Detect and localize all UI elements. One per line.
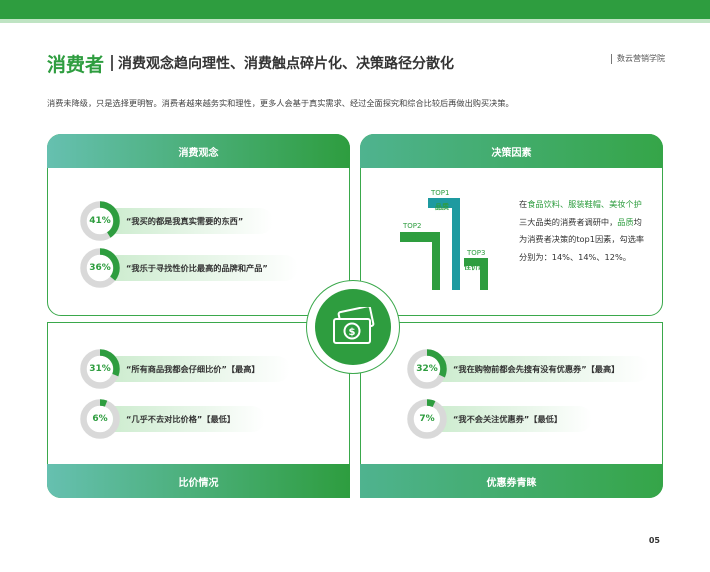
- donut-chart: 41%: [80, 201, 120, 241]
- donut-percent: 31%: [89, 364, 111, 374]
- donut-chart: 36%: [80, 248, 120, 288]
- panel-coupon-preference: 32% “我在购物前都会先搜有没有优惠券”【最高】 7% “我不会关注优惠券”【…: [360, 322, 663, 498]
- intro-text: 消费未降级，只是选择更明智。消费者越来越务实和理性，更多人会基于真实需求、经过全…: [47, 98, 514, 108]
- brand-name: 数云营销学院: [617, 54, 665, 63]
- desc-highlight: 食品饮料、服装鞋帽、美妆个护: [527, 199, 642, 209]
- brand-mark: 数云营销学院: [611, 53, 665, 64]
- quote-text: “几乎不去对比价格”【最低】: [110, 406, 266, 432]
- rank-name-top2: 功能: [405, 234, 419, 242]
- donut-chart: 7%: [407, 399, 447, 439]
- decision-description: 在食品饮料、服装鞋帽、美妆个护三大品类的消费者调研中，品质均为消费者决策的top…: [519, 196, 649, 266]
- donut-chart: 6%: [80, 399, 120, 439]
- quote-text: “我在购物前都会先搜有没有优惠券”【最高】: [437, 356, 650, 382]
- brand-divider: [611, 53, 612, 64]
- title-divider: [111, 55, 114, 71]
- page-number: 05: [648, 536, 660, 545]
- money-icon: $: [315, 289, 391, 365]
- stat-row: 41% “我买的都是我真实需要的东西”: [80, 201, 274, 241]
- quote-text: “所有商品我都会仔细比价”【最高】: [110, 356, 290, 382]
- quote-text: “我买的都是我真实需要的东西”: [110, 208, 274, 234]
- top-color-bar: [0, 0, 710, 19]
- rank-label-top2: TOP2: [403, 222, 422, 230]
- page-title: 消费者 消费观念趋向理性、消费触点碎片化、决策路径分散化: [47, 50, 454, 76]
- title-main: 消费者: [47, 53, 105, 76]
- rank-label-top1: TOP1: [431, 189, 450, 197]
- rank-label-top3: TOP3: [467, 249, 486, 257]
- stat-row: 7% “我不会关注优惠券”【最低】: [407, 399, 593, 439]
- rank-name-top3: 性价比: [464, 263, 485, 271]
- stat-row: 6% “几乎不去对比价格”【最低】: [80, 399, 266, 439]
- donut-percent: 32%: [416, 364, 438, 374]
- donut-percent: 6%: [92, 414, 108, 424]
- donut-chart: 31%: [80, 349, 120, 389]
- quote-text: “我乐于寻找性价比最高的品牌和产品”: [110, 255, 298, 281]
- panel-consumption-view: 消费观念 41% “我买的都是我真实需要的东西” 36% “我乐于寻找性价比最高…: [47, 134, 350, 316]
- desc-part: 在: [519, 199, 528, 209]
- desc-highlight: 品质: [617, 216, 634, 227]
- donut-chart: 32%: [407, 349, 447, 389]
- panel-price-compare: 31% “所有商品我都会仔细比价”【最高】 6% “几乎不去对比价格”【最低】 …: [47, 322, 350, 498]
- panel-header-coupon-preference: 优惠券青睐: [360, 464, 663, 498]
- rank-name-top1: 品质: [435, 203, 449, 211]
- desc-part: 三大品类的消费者调研中，: [519, 216, 618, 227]
- ranking-graphic: TOP1 品质 TOP2 功能 TOP3 性价比: [400, 186, 510, 290]
- title-subtitle: 消费观念趋向理性、消费触点碎片化、决策路径分散化: [118, 56, 455, 72]
- panel-header-price-compare: 比价情况: [47, 464, 350, 498]
- stat-row: 36% “我乐于寻找性价比最高的品牌和产品”: [80, 248, 298, 288]
- top-accent-strip: [0, 19, 710, 23]
- stat-row: 32% “我在购物前都会先搜有没有优惠券”【最高】: [407, 349, 650, 389]
- svg-text:$: $: [349, 327, 356, 338]
- donut-percent: 7%: [419, 414, 435, 424]
- quote-text: “我不会关注优惠券”【最低】: [437, 406, 593, 432]
- donut-percent: 36%: [89, 263, 111, 273]
- donut-percent: 41%: [89, 216, 111, 226]
- panel-header-consumption-view: 消费观念: [47, 134, 350, 168]
- panel-header-decision-factors: 决策因素: [360, 134, 663, 168]
- center-emblem: $: [306, 280, 400, 374]
- stat-row: 31% “所有商品我都会仔细比价”【最高】: [80, 349, 290, 389]
